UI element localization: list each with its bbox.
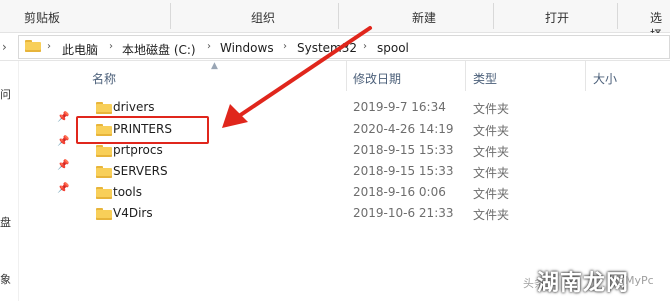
watermark: 头条 湖南龙网 gMyPc (523, 262, 670, 301)
red-arrow-icon (222, 26, 372, 128)
watermark-suffix: gMyPc (618, 274, 654, 287)
watermark-logo-text: 湖南龙网 (537, 271, 630, 296)
